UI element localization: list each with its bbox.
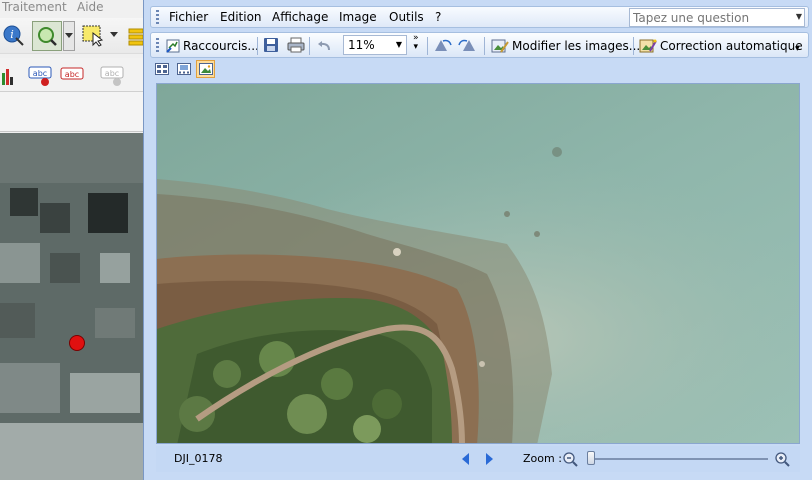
ask-question-box[interactable]: ▼ (629, 8, 805, 27)
background-menubar: Traitement Aide (0, 0, 150, 16)
label-abc-gray-icon[interactable]: abc (100, 64, 126, 88)
ask-dropdown-arrow-icon[interactable]: ▼ (796, 12, 802, 21)
background-panel (0, 92, 150, 132)
undo-button[interactable] (317, 36, 333, 56)
filmstrip-view-icon[interactable] (174, 60, 193, 78)
toolbar-grip[interactable] (156, 10, 159, 24)
rotate-left-icon (433, 37, 453, 56)
zoom-slider-track[interactable] (588, 458, 768, 460)
single-image-view-icon[interactable] (196, 60, 215, 78)
toolbar-separator (309, 37, 310, 55)
zoom-level-value: 11% (348, 38, 375, 52)
shortcuts-button[interactable]: Raccourcis... (165, 36, 259, 56)
menu-fichier[interactable]: Fichier (169, 10, 208, 24)
overflow-arrow-icon: ▾ (413, 42, 419, 52)
edit-images-label: Modifier les images... (512, 39, 641, 53)
rotate-left-button[interactable] (433, 36, 453, 56)
autocorrect-icon (639, 38, 657, 54)
autocorrect-button[interactable]: Correction automatique (639, 36, 803, 56)
viewer-toolbar: Raccourcis... 11% ▼ » ▾ Modifier les ima… (150, 32, 809, 58)
print-button[interactable] (287, 36, 305, 56)
menu-outils[interactable]: Outils (389, 10, 424, 24)
svg-text:i: i (10, 28, 14, 41)
background-toolbar: i (0, 18, 150, 54)
zoom-icon[interactable] (32, 21, 62, 51)
background-map-canvas[interactable] (0, 133, 150, 480)
menu-aide[interactable]: Aide (77, 0, 104, 14)
svg-text:abc: abc (105, 69, 119, 78)
save-button[interactable] (263, 36, 279, 56)
zoom-dropdown-arrow-icon[interactable]: ▼ (396, 40, 402, 49)
save-icon (263, 37, 279, 56)
select-icon[interactable] (80, 22, 106, 48)
thumbnail-view-icon[interactable] (152, 60, 171, 78)
previous-image-icon[interactable] (462, 453, 469, 465)
zoom-level-combo[interactable]: 11% ▼ (343, 35, 407, 55)
zoom-label: Zoom : (523, 452, 562, 465)
zoom-out-icon[interactable] (562, 451, 578, 467)
rotate-right-button[interactable] (457, 36, 477, 56)
menu-help[interactable]: ? (435, 10, 441, 24)
view-mode-toolbar (150, 58, 220, 80)
autocorrect-label: Correction automatique (660, 39, 803, 53)
zoom-slider-thumb[interactable] (587, 451, 595, 465)
desktop: Traitement Aide i abc abc abc Fichier Ed… (0, 0, 812, 480)
map-marker[interactable] (69, 335, 85, 351)
svg-text:abc: abc (33, 69, 47, 78)
toolbar-more-button[interactable]: ▾ (795, 39, 800, 59)
print-icon (287, 37, 305, 56)
dropdown-arrow-icon[interactable] (63, 21, 75, 51)
menu-affichage[interactable]: Affichage (272, 10, 328, 24)
menu-edition[interactable]: Edition (220, 10, 262, 24)
zoom-in-icon[interactable] (774, 451, 790, 467)
more-arrow-icon: ▾ (795, 44, 800, 54)
image-viewer-window: Fichier Edition Affichage Image Outils ?… (143, 0, 812, 480)
toolbar-separator (427, 37, 428, 55)
label-abc-red-icon[interactable]: abc (60, 64, 86, 84)
toolbar-grip[interactable] (156, 38, 159, 52)
edit-images-button[interactable]: Modifier les images... (491, 36, 640, 56)
label-abc-icon[interactable]: abc (28, 64, 54, 88)
next-image-icon[interactable] (486, 453, 493, 465)
menu-traitement[interactable]: Traitement (2, 0, 67, 14)
rotate-right-icon (457, 37, 477, 56)
undo-icon (317, 37, 333, 56)
svg-text:abc: abc (65, 70, 79, 79)
background-gis-window: Traitement Aide i abc abc abc (0, 0, 150, 480)
aerial-photo-image (157, 84, 799, 443)
background-label-toolbar: abc abc abc (0, 58, 150, 92)
edit-images-icon (491, 38, 509, 54)
toolbar-separator (633, 37, 634, 55)
viewer-statusbar: DJI_0178 Zoom : (156, 446, 800, 472)
histogram-icon[interactable] (0, 66, 14, 86)
aerial-photo-display[interactable] (156, 83, 800, 444)
dropdown-arrow-icon[interactable] (109, 30, 119, 40)
identify-icon[interactable]: i (2, 24, 26, 48)
toolbar-overflow-button[interactable]: » ▾ (413, 34, 419, 54)
toolbar-separator (257, 37, 258, 55)
shortcuts-icon (165, 38, 181, 54)
menu-image[interactable]: Image (339, 10, 377, 24)
ask-question-input[interactable] (630, 9, 788, 26)
image-file-name: DJI_0178 (174, 452, 223, 465)
viewer-menubar: Fichier Edition Affichage Image Outils ?… (150, 6, 809, 28)
toolbar-separator (484, 37, 485, 55)
shortcuts-label: Raccourcis... (183, 39, 259, 53)
